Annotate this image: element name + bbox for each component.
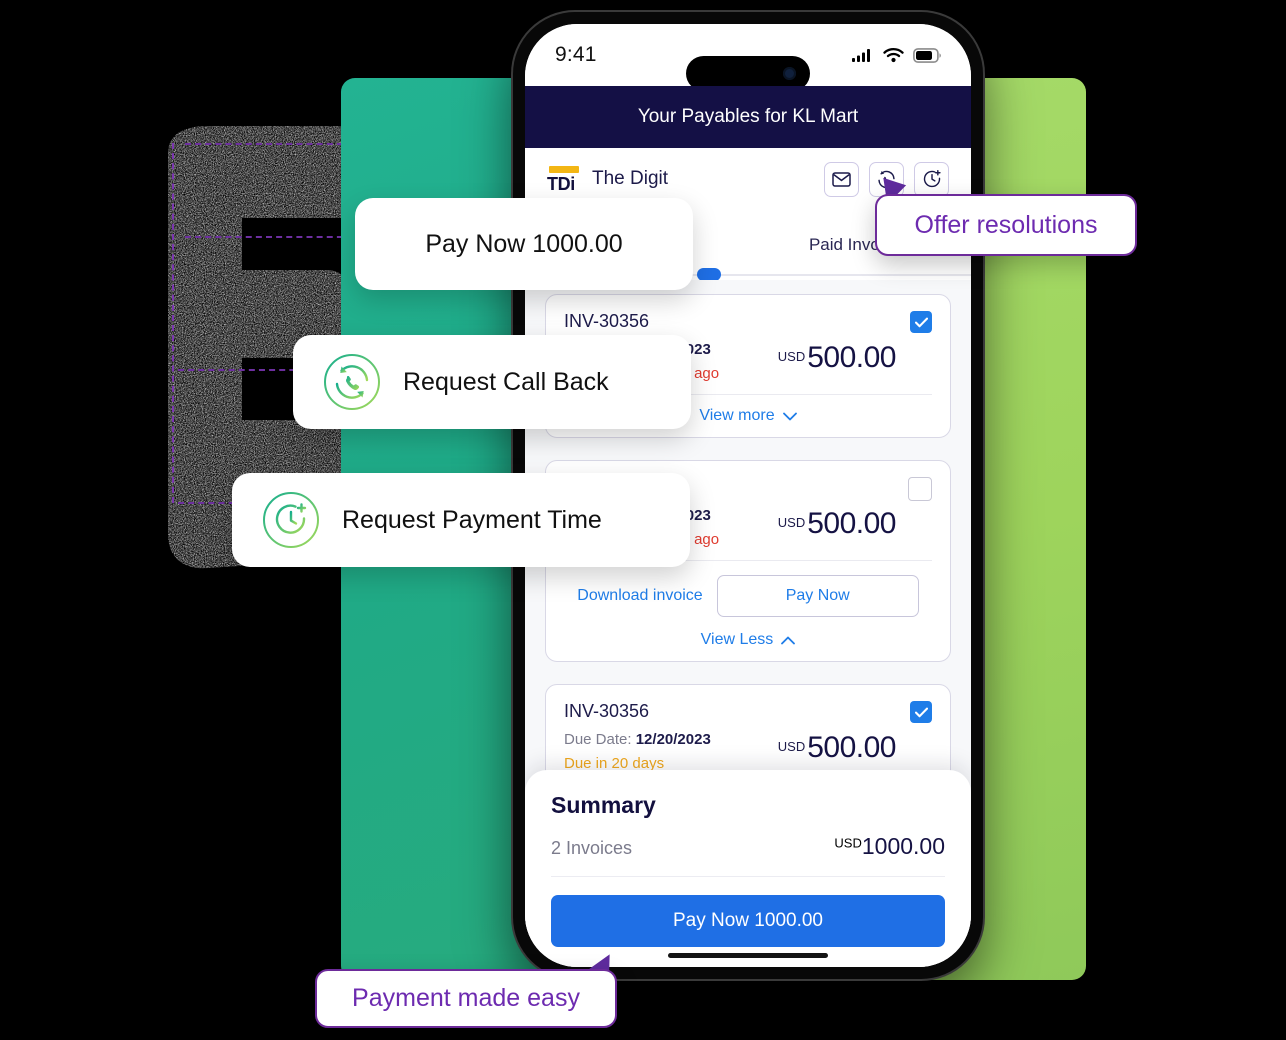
invoice-amount-block: USD500.00 <box>746 701 897 765</box>
check-icon <box>914 317 928 327</box>
summary-title: Summary <box>551 792 656 818</box>
summary-total: 1000.00 <box>861 833 945 859</box>
brand-name: The Digit <box>592 168 669 189</box>
invoice-id: INV-30356 <box>564 311 650 331</box>
pay-now-button[interactable]: Pay Now <box>716 575 919 617</box>
invoice-amount: 500.00 <box>807 341 896 374</box>
wifi-icon <box>883 47 904 62</box>
invoice-amount-block: USD500.00 <box>746 311 897 375</box>
summary-invoice-count: 2 Invoices <box>551 838 633 858</box>
feature-card-request-payment-time[interactable]: Request Payment Time <box>228 469 694 571</box>
app-bar: Your Payables for KL Mart <box>525 86 971 148</box>
chevron-down-icon <box>782 412 797 420</box>
download-invoice-link[interactable]: Download invoice <box>577 587 702 605</box>
invoice-select-wrap <box>908 477 932 501</box>
invoice-select-wrap <box>910 701 932 723</box>
app-bar-title: Your Payables for KL Mart <box>637 106 859 127</box>
invoice-due-date: Due Date: 12/20/2023 <box>564 731 746 748</box>
callout-offer-resolutions: Offer resolutions <box>875 194 1137 256</box>
feature-card-label: Pay Now 1000.00 <box>425 229 623 258</box>
request-call-back-icon <box>323 353 381 411</box>
home-indicator <box>668 953 828 958</box>
mail-icon <box>832 171 851 187</box>
view-less-label: View Less <box>700 631 774 648</box>
view-less-toggle[interactable]: View Less <box>564 619 932 649</box>
feature-card-pay-now[interactable]: Pay Now 1000.00 <box>351 194 697 294</box>
logo-text: TDi <box>547 173 575 194</box>
invoice-checkbox[interactable] <box>908 477 932 501</box>
feature-card-label: Request Call Back <box>403 367 609 396</box>
status-bar-time: 9:41 <box>555 43 597 66</box>
guide-line-vertical <box>172 143 174 503</box>
mail-button[interactable] <box>824 161 859 197</box>
currency-code: USD <box>777 514 806 530</box>
feature-card-label: Request Payment Time <box>342 505 602 534</box>
invoice-select-wrap <box>910 311 932 333</box>
due-date-value: 12/20/2023 <box>635 731 711 748</box>
invoice-amount-block: USD500.00 <box>746 477 897 541</box>
front-camera-icon <box>783 67 796 80</box>
chevron-up-icon <box>781 636 796 644</box>
invoice-checkbox[interactable] <box>910 701 932 723</box>
invoice-actions: Download invoice Pay Now <box>564 561 932 619</box>
tdi-logo: TDi <box>547 165 579 194</box>
currency-code: USD <box>777 738 806 754</box>
callout-payment-made-easy: Payment made easy <box>315 969 617 1028</box>
request-payment-time-button[interactable] <box>914 161 949 197</box>
invoice-amount: 500.00 <box>807 507 896 540</box>
logo-accent-bar <box>549 165 579 173</box>
view-more-label: View more <box>699 407 775 424</box>
currency-code: USD <box>777 348 806 364</box>
invoice-checkbox[interactable] <box>910 311 932 333</box>
summary-pay-now-button[interactable]: Pay Now 1000.00 <box>551 895 945 947</box>
summary-row: 2 Invoices USD1000.00 <box>551 833 945 877</box>
status-bar-indicators <box>852 47 941 63</box>
summary-total-block: USD1000.00 <box>834 833 945 860</box>
invoice-id: INV-30356 <box>564 701 650 721</box>
poster-stage: 9:41 Your Payables for KL Mart TDi The D… <box>0 0 1286 1040</box>
request-payment-time-icon <box>262 491 320 549</box>
request-payment-time-icon <box>923 169 941 188</box>
check-icon <box>914 707 928 717</box>
invoice-amount: 500.00 <box>807 731 896 764</box>
feature-card-request-call-back[interactable]: Request Call Back <box>289 331 695 433</box>
due-date-label: Due Date: <box>564 731 632 748</box>
battery-icon <box>913 47 941 63</box>
cellular-signal-icon <box>852 48 870 62</box>
summary-currency: USD <box>834 835 862 851</box>
summary-sheet: Summary 2 Invoices USD1000.00 Pay Now 10… <box>525 770 971 967</box>
